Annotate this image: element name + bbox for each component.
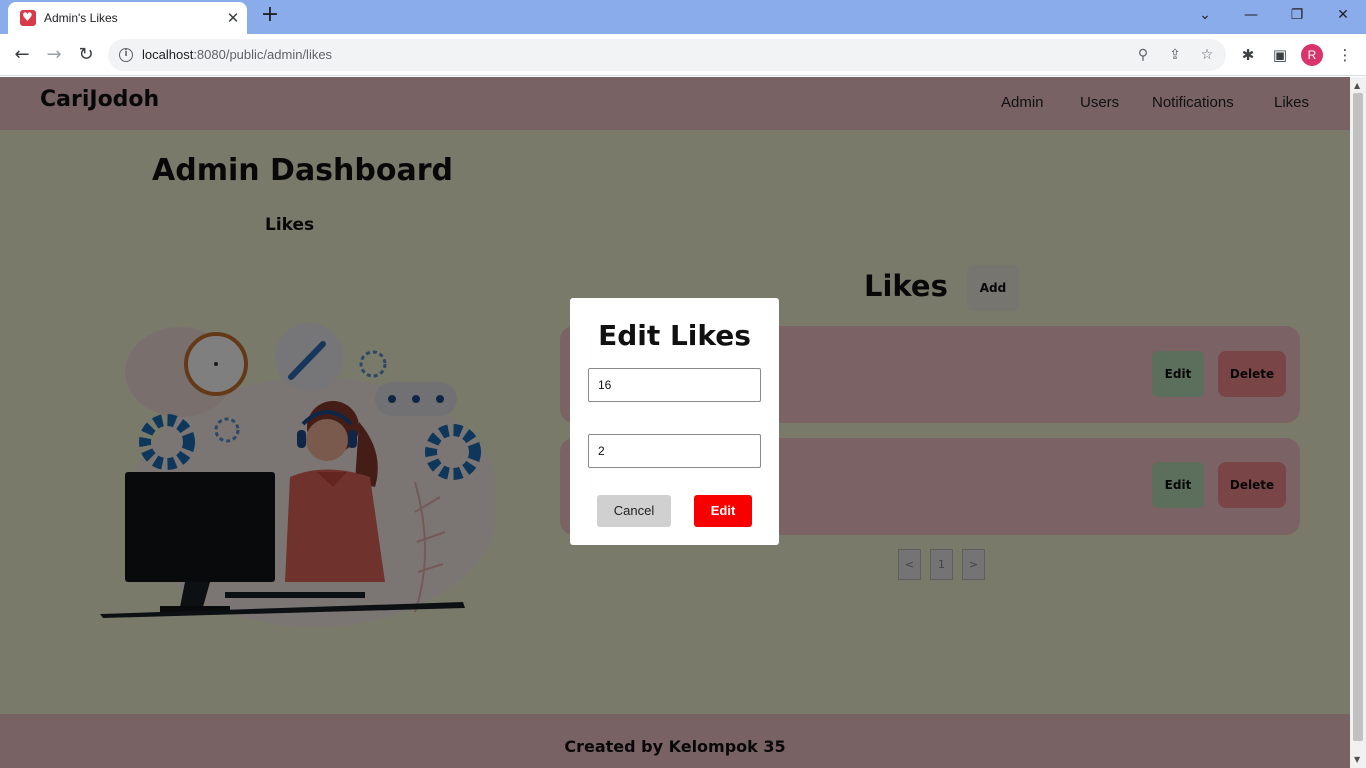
window-close-button[interactable]: ✕ (1320, 0, 1366, 30)
share-icon[interactable]: ⇪ (1165, 45, 1185, 65)
cancel-button[interactable]: Cancel (597, 495, 671, 527)
page-viewport: CariJodoh Admin Users Notifications Like… (0, 77, 1350, 768)
chevron-down-icon[interactable]: ⌄ (1182, 0, 1228, 30)
tab-title: Admin's Likes (44, 11, 118, 25)
url-text[interactable]: localhost:8080/public/admin/likes (142, 47, 332, 62)
reload-icon[interactable]: ↻ (72, 41, 100, 69)
close-icon[interactable]: ✕ (225, 8, 241, 28)
edit-likes-modal: Edit Likes 16 2 Cancel Edit (570, 298, 779, 545)
browser-tabstrip: Admin's Likes ✕ + ⌄ — ❐ ✕ (0, 0, 1366, 34)
avatar[interactable]: R (1301, 44, 1323, 66)
heart-icon (20, 9, 36, 26)
page-scrollbar[interactable]: ▲ ▼ (1350, 77, 1366, 768)
likes-field-2[interactable]: 2 (588, 434, 761, 468)
arrow-left-icon[interactable]: ← (8, 41, 36, 69)
puzzle-icon[interactable]: ✱ (1237, 44, 1259, 66)
arrow-right-icon[interactable]: → (40, 41, 68, 69)
kebab-menu-icon[interactable]: ⋮ (1334, 44, 1356, 66)
submit-edit-button[interactable]: Edit (694, 495, 752, 527)
browser-tab[interactable]: Admin's Likes ✕ (8, 2, 247, 34)
minimize-button[interactable]: — (1228, 0, 1274, 30)
scroll-thumb[interactable] (1353, 93, 1363, 741)
browser-toolbar: ← → ↻ i localhost:8080/public/admin/like… (0, 34, 1366, 76)
modal-title: Edit Likes (598, 319, 751, 352)
scroll-down-icon[interactable]: ▼ (1354, 755, 1360, 764)
star-icon[interactable]: ☆ (1197, 45, 1217, 65)
restore-button[interactable]: ❐ (1274, 0, 1320, 30)
zoom-icon[interactable]: ⚲ (1133, 45, 1153, 65)
side-panel-icon[interactable]: ▣ (1269, 44, 1291, 66)
likes-field-1[interactable]: 16 (588, 368, 761, 402)
scroll-up-icon[interactable]: ▲ (1354, 81, 1360, 90)
new-tab-button[interactable]: + (258, 4, 282, 28)
address-bar[interactable]: i localhost:8080/public/admin/likes ⚲ ⇪ … (108, 39, 1226, 71)
info-icon[interactable]: i (119, 48, 133, 62)
